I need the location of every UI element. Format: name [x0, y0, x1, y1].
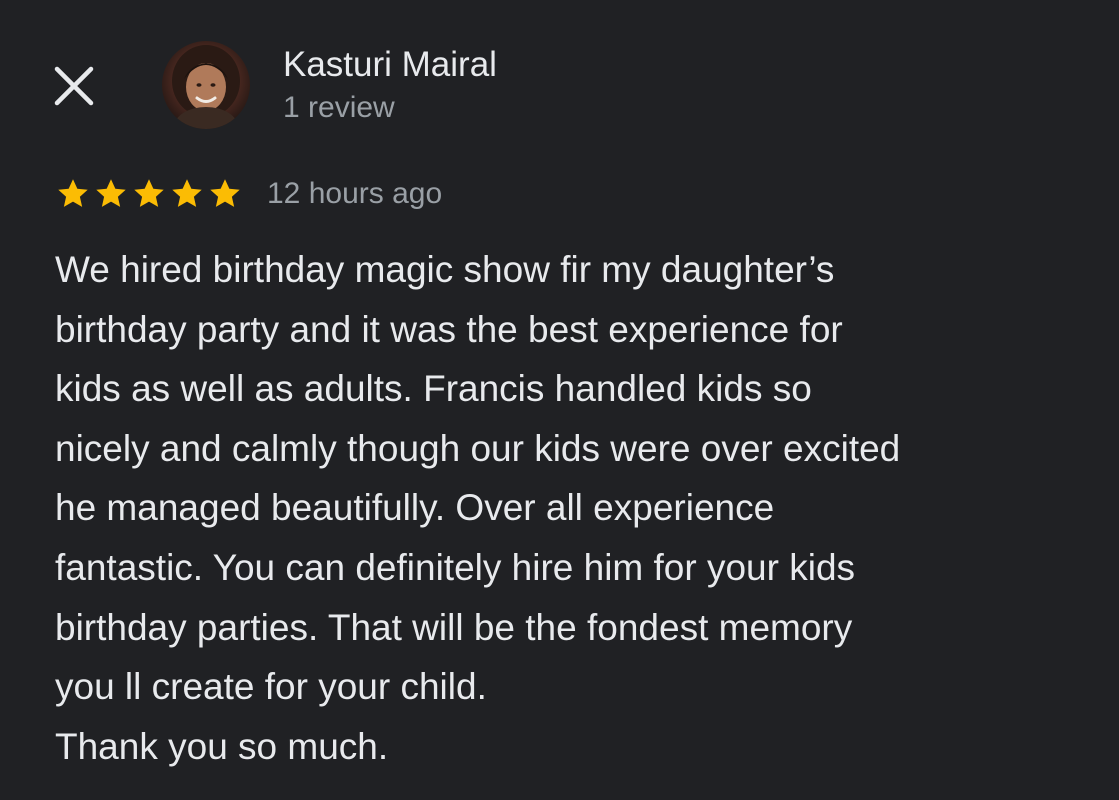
star-icon	[55, 176, 91, 212]
review-text-line: he managed beautifully. Over all experie…	[55, 487, 775, 529]
close-button[interactable]	[52, 64, 96, 108]
review-text-line: fantastic. You can definitely hire him f…	[55, 546, 856, 588]
avatar[interactable]	[162, 41, 250, 129]
review-text: We hired birthday magic show fir my daug…	[55, 240, 1095, 776]
star-icon	[93, 176, 129, 212]
star-icon	[169, 176, 205, 212]
review-count: 1 review	[283, 91, 395, 124]
review-text-line: kids as well as adults. Francis handled …	[55, 368, 812, 410]
star-icon	[131, 176, 167, 212]
review-text-line: you ll create for your child.	[55, 666, 487, 708]
close-icon	[54, 66, 94, 106]
review-text-line: Thank you so much.	[55, 725, 389, 767]
star-rating	[55, 176, 243, 212]
review-text-line: We hired birthday magic show fir my daug…	[55, 249, 835, 290]
avatar-photo	[162, 41, 250, 129]
reviewer-name[interactable]: Kasturi Mairal	[283, 43, 497, 87]
review-text-line: birthday party and it was the best exper…	[55, 308, 843, 350]
review-text-line: birthday parties. That will be the fonde…	[55, 606, 853, 648]
review-text-line: nicely and calmly though our kids were o…	[55, 427, 901, 469]
review-timestamp: 12 hours ago	[267, 177, 443, 210]
rating-row: 12 hours ago	[55, 172, 442, 216]
star-icon	[207, 176, 243, 212]
